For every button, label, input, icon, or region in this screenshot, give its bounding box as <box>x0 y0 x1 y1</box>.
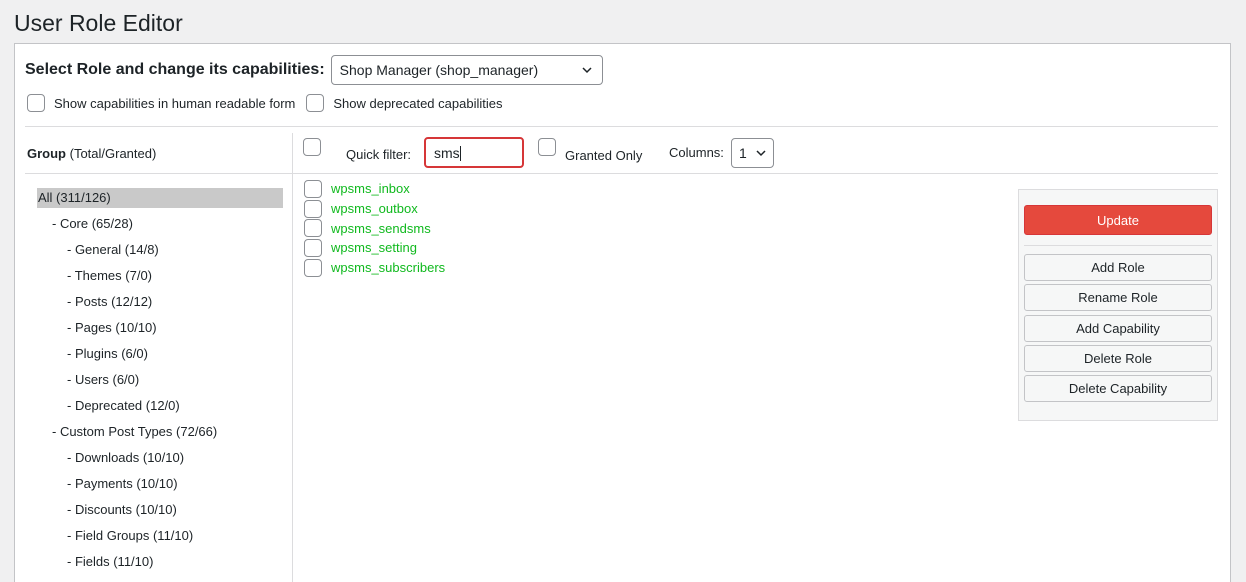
quick-filter-input[interactable]: sms <box>424 137 524 168</box>
capability-checkbox[interactable] <box>304 179 322 198</box>
columns-label: Columns: <box>669 145 724 160</box>
column-divider <box>292 133 293 582</box>
capability-label[interactable]: wpsms_outbox <box>331 201 418 216</box>
capabilities-list: wpsms_inbox wpsms_outbox wpsms_sendsmswpsm… <box>304 179 445 277</box>
group-item[interactable]: - Discounts (10/10) <box>37 500 283 526</box>
capability-label[interactable]: wpsms_subscribers <box>331 260 445 275</box>
role-editor-panel: Select Role and change its capabilities:… <box>14 43 1231 582</box>
capability-checkbox[interactable] <box>304 258 322 277</box>
columns-value: 1 <box>739 145 747 161</box>
group-item[interactable]: - Users (6/0) <box>37 370 283 396</box>
role-select-row: Select Role and change its capabilities:… <box>25 55 603 85</box>
granted-only-label: Granted Only <box>565 148 643 163</box>
capability-checkbox[interactable] <box>304 238 322 257</box>
capability-checkbox[interactable] <box>304 219 322 238</box>
granted-only-checkbox[interactable] <box>538 138 556 156</box>
actions-panel: Update Add Role Rename Role Add Capabili… <box>1018 189 1218 421</box>
capability-row: wpsms_subscribers <box>304 258 445 278</box>
capability-row: wpsms_setting <box>304 238 445 258</box>
role-select[interactable]: Shop Manager (shop_manager) <box>330 55 603 85</box>
delete-role-button[interactable]: Delete Role <box>1024 345 1212 372</box>
group-item[interactable]: - Core (65/28) <box>37 214 283 240</box>
group-item[interactable]: - Downloads (10/10) <box>37 448 283 474</box>
divider <box>25 126 1218 127</box>
capability-row: wpsms_sendsms <box>304 218 445 238</box>
group-tree: All (311/126) - Core (65/28) - General (14… <box>37 188 283 578</box>
group-item[interactable]: - Field Groups (11/10) <box>37 526 283 552</box>
deprecated-label: Show deprecated capabilities <box>333 95 503 111</box>
group-header: Group (Total/Granted) <box>27 146 156 161</box>
chevron-down-icon <box>582 67 592 74</box>
group-item[interactable]: - Custom Post Types (72/66) <box>37 422 283 448</box>
add-capability-button[interactable]: Add Capability <box>1024 315 1212 342</box>
human-readable-label: Show capabilities in human readable form <box>54 95 296 111</box>
group-item[interactable]: - Payments (10/10) <box>37 474 283 500</box>
group-item[interactable]: - Themes (7/0) <box>37 266 283 292</box>
group-item[interactable]: - Plugins (6/0) <box>37 344 283 370</box>
actions-divider <box>1024 245 1212 246</box>
group-divider <box>25 173 292 174</box>
filter-bar: Quick filter: sms Granted Only Columns: … <box>303 137 783 173</box>
role-select-label: Select Role and change its capabilities: <box>25 61 325 78</box>
role-select-value: Shop Manager (shop_manager) <box>339 62 539 78</box>
group-item[interactable]: All (311/126) <box>37 188 283 208</box>
group-item[interactable]: - Posts (12/12) <box>37 292 283 318</box>
capability-row: wpsms_outbox <box>304 199 445 219</box>
group-header-subtitle: (Total/Granted) <box>66 146 157 161</box>
quick-filter-value: sms <box>434 145 460 161</box>
rename-role-button[interactable]: Rename Role <box>1024 284 1212 311</box>
group-item[interactable]: - General (14/8) <box>37 240 283 266</box>
page-title: User Role Editor <box>14 10 183 36</box>
add-role-button[interactable]: Add Role <box>1024 254 1212 281</box>
text-caret <box>459 146 461 161</box>
group-item[interactable]: - Pages (10/10) <box>37 318 283 344</box>
group-item[interactable]: - Fields (11/10) <box>37 552 283 578</box>
quick-filter-label: Quick filter: <box>346 147 412 162</box>
delete-capability-button[interactable]: Delete Capability <box>1024 375 1212 402</box>
capability-row: wpsms_inbox <box>304 179 445 199</box>
update-button[interactable]: Update <box>1024 205 1212 235</box>
columns-select[interactable]: 1 <box>731 138 774 168</box>
group-header-title: Group <box>27 146 66 161</box>
capability-label[interactable]: wpsms_sendsms <box>331 221 431 236</box>
capability-checkbox[interactable] <box>304 199 322 218</box>
human-readable-checkbox[interactable] <box>27 94 45 112</box>
capability-label[interactable]: wpsms_setting <box>331 240 417 255</box>
capability-label[interactable]: wpsms_inbox <box>331 181 410 196</box>
deprecated-checkbox[interactable] <box>306 94 325 112</box>
filter-divider <box>293 173 1218 174</box>
select-all-checkbox[interactable] <box>303 138 321 156</box>
display-options: Show capabilities in human readable form… <box>27 94 502 112</box>
group-item[interactable]: - Deprecated (12/0) <box>37 396 283 422</box>
chevron-down-icon <box>756 150 766 157</box>
